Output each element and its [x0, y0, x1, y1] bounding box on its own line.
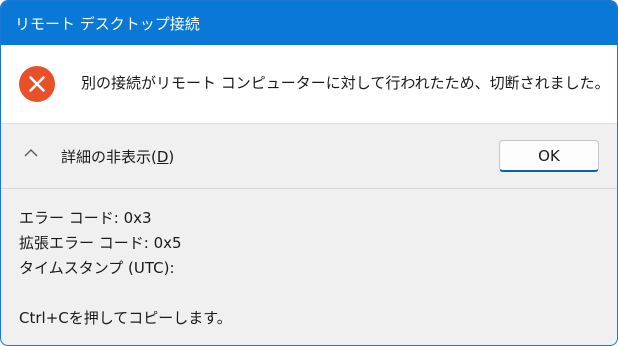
divider [1, 188, 617, 189]
hide-details-label: 詳細の非表示( [61, 148, 157, 166]
error-icon [19, 66, 55, 102]
timestamp: タイムスタンプ (UTC): [19, 259, 175, 277]
hide-details-toggle[interactable]: 詳細の非表示(D) [61, 146, 174, 167]
hide-details-access-key: D [156, 148, 169, 166]
chevron-up-icon[interactable] [23, 147, 39, 159]
copy-hint: Ctrl+Cを押してコピーします。 [19, 309, 232, 327]
ok-button[interactable]: OK [499, 140, 599, 172]
remote-desktop-error-dialog: リモート デスクトップ接続 別の接続がリモート コンピューターに対して行われたた… [0, 0, 618, 346]
ok-button-label: OK [538, 146, 560, 165]
error-details: エラー コード: 0x3 拡張エラー コード: 0x5 タイムスタンプ (UTC… [19, 206, 232, 331]
error-message: 別の接続がリモート コンピューターに対して行われたため、切断されました。 [81, 74, 610, 92]
hide-details-label-end: ) [168, 148, 175, 166]
extended-error-code: 拡張エラー コード: 0x5 [19, 234, 182, 252]
window-title: リモート デスクトップ接続 [15, 14, 200, 33]
message-area: 別の接続がリモート コンピューターに対して行われたため、切断されました。 [1, 45, 617, 123]
error-code: エラー コード: 0x3 [19, 209, 152, 227]
title-bar[interactable]: リモート デスクトップ接続 [1, 1, 617, 45]
details-toggle-row: 詳細の非表示(D) OK [1, 124, 617, 188]
